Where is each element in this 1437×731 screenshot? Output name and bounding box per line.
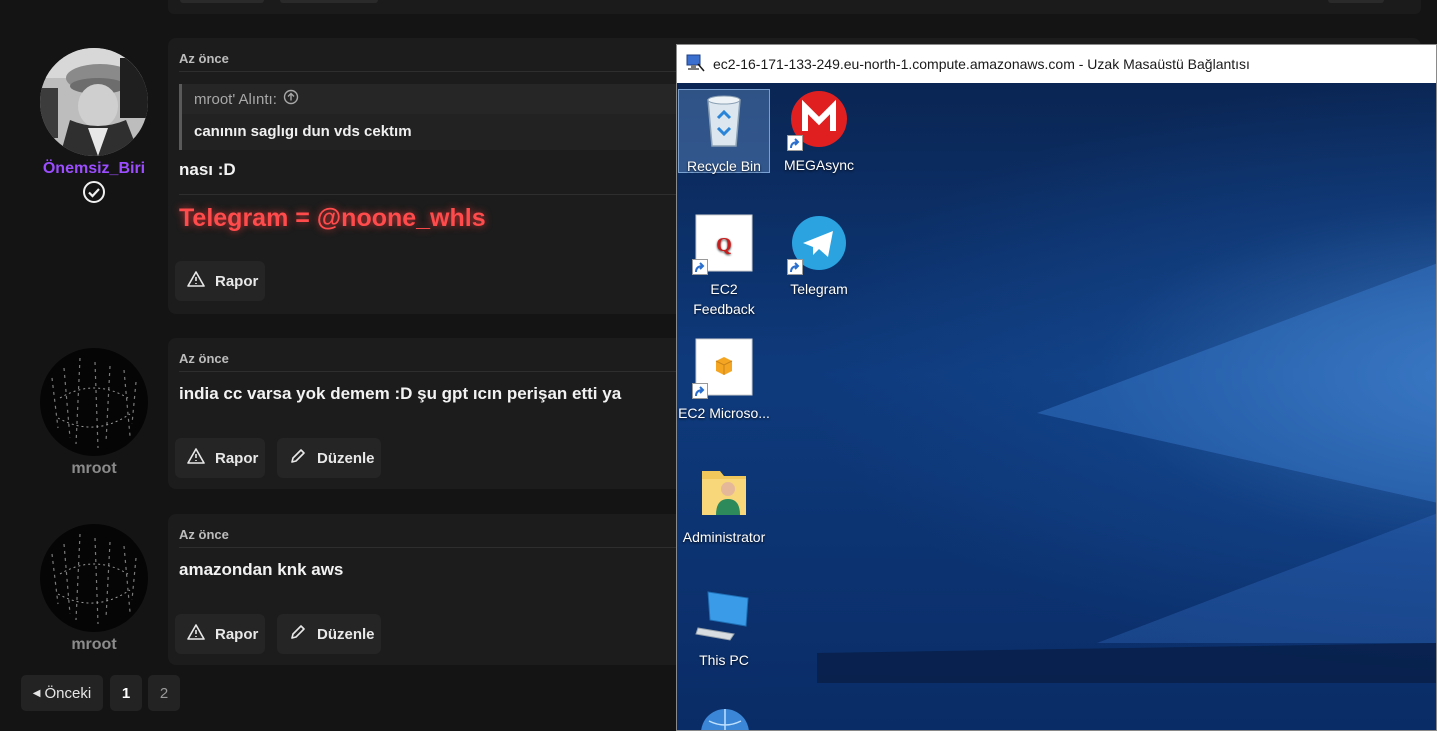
remote-desktop-window[interactable]: ec2-16-171-133-249.eu-north-1.compute.am… <box>676 44 1437 731</box>
edit-label: Düzenle <box>317 449 375 467</box>
quote-block: mroot' Alıntı: canının saglıgı dun vds c… <box>179 84 699 150</box>
icon-label: MEGAsync <box>783 157 854 173</box>
rdp-title-bar[interactable]: ec2-16-171-133-249.eu-north-1.compute.am… <box>677 45 1436 83</box>
telegram-icon <box>787 213 849 275</box>
desktop-icon-ec2-microsoft[interactable]: EC2 Microso... <box>678 337 770 423</box>
username[interactable]: mroot <box>40 636 148 654</box>
desktop-icon-this-pc[interactable]: This PC <box>678 584 770 670</box>
signature-text: Telegram = @noone_whls <box>179 204 486 232</box>
post-time[interactable]: Az önce <box>179 51 229 66</box>
page-2-button[interactable]: 2 <box>148 675 180 711</box>
pencil-icon <box>289 623 307 645</box>
desktop-wallpaper <box>817 263 1436 683</box>
post-message: nası :D <box>179 160 236 179</box>
avatar[interactable] <box>40 524 148 632</box>
edit-button[interactable]: Düzenle <box>277 614 381 654</box>
report-button[interactable]: Rapor <box>175 438 265 478</box>
quote-text: canının saglıgı dun vds cektım <box>194 123 412 140</box>
icon-label: EC2 Microso... <box>678 405 770 421</box>
arrow-up-circle-icon[interactable] <box>283 89 299 109</box>
icon-label: Recycle Bin <box>687 158 761 174</box>
shortcut-arrow-icon <box>692 383 708 399</box>
username[interactable]: Önemsiz_Biri <box>40 160 148 178</box>
globe-icon[interactable] <box>699 707 751 730</box>
warning-icon <box>187 270 205 292</box>
shortcut-arrow-icon <box>787 135 803 151</box>
shortcut-arrow-icon <box>692 259 708 275</box>
desktop-icon-telegram[interactable]: Telegram <box>773 213 865 299</box>
warning-icon <box>187 447 205 469</box>
desktop-icon-recycle-bin[interactable]: Recycle Bin <box>678 89 770 174</box>
report-button[interactable]: Rapor <box>175 261 265 301</box>
caret-left-icon: ◀ <box>32 687 41 699</box>
user-folder-icon <box>694 461 754 521</box>
this-pc-icon <box>694 584 754 644</box>
pencil-icon <box>289 447 307 469</box>
post-author-2[interactable]: mroot <box>40 348 148 478</box>
report-label: Rapor <box>215 625 259 643</box>
desktop-icon-megasync[interactable]: MEGAsync <box>773 89 865 175</box>
post-message: amazondan knk aws <box>179 560 344 579</box>
edit-label: Düzenle <box>317 625 375 643</box>
edit-button[interactable]: Düzenle <box>277 438 381 478</box>
report-button[interactable]: Rapor <box>175 614 265 654</box>
report-label: Rapor <box>215 449 259 467</box>
prev-page-button[interactable]: ◀ Önceki <box>21 675 103 711</box>
warning-icon <box>187 623 205 645</box>
prev-page-label: Önceki <box>44 684 92 702</box>
icon-label: EC2 Feedback <box>693 281 755 317</box>
username[interactable]: mroot <box>40 460 148 478</box>
desktop-icon-ec2-feedback[interactable]: Q EC2 Feedback <box>678 213 770 319</box>
remote-desktop-icon <box>685 54 705 75</box>
ec2-microsoft-icon <box>692 337 754 399</box>
verified-badge-icon <box>82 180 106 209</box>
previous-post-footer <box>168 0 1421 14</box>
megasync-icon <box>787 89 849 151</box>
post-time[interactable]: Az önce <box>179 527 229 542</box>
shortcut-arrow-icon <box>787 259 803 275</box>
recycle-bin-icon <box>694 90 754 150</box>
remote-desktop-area[interactable]: Recycle Bin MEGAsync Q EC2 Feedback Tele… <box>677 83 1436 730</box>
page-1-button[interactable]: 1 <box>110 675 142 711</box>
report-label: Rapor <box>215 272 259 290</box>
signature-divider <box>179 194 699 195</box>
post-author-1[interactable]: Önemsiz_Biri <box>40 48 148 209</box>
quote-header[interactable]: mroot' Alıntı: <box>182 84 699 114</box>
post-author-3[interactable]: mroot <box>40 524 148 654</box>
rdp-title: ec2-16-171-133-249.eu-north-1.compute.am… <box>713 56 1250 72</box>
avatar[interactable] <box>40 48 148 156</box>
quote-author: mroot' Alıntı: <box>194 90 277 108</box>
post-message: india cc varsa yok demem :D şu gpt ıcın … <box>179 384 622 403</box>
svg-text:Q: Q <box>716 234 732 256</box>
icon-label: This PC <box>699 652 749 668</box>
avatar[interactable] <box>40 348 148 456</box>
ec2-feedback-icon: Q <box>692 213 754 275</box>
desktop-icon-administrator[interactable]: Administrator <box>678 461 770 547</box>
icon-label: Telegram <box>790 281 848 297</box>
post-time[interactable]: Az önce <box>179 351 229 366</box>
icon-label: Administrator <box>682 529 766 545</box>
